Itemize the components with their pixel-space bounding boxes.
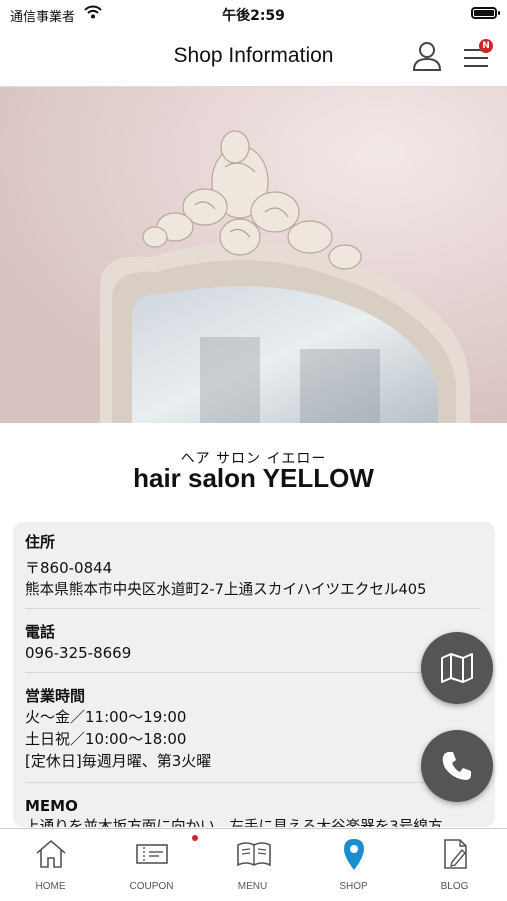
address-label: 住所: [25, 533, 56, 551]
closed-days: [定休日]毎週月曜、第3火曜: [25, 752, 212, 770]
location-pin-icon: [344, 839, 364, 870]
phone-number[interactable]: 096-325-8669: [25, 642, 481, 664]
hamburger-menu-button[interactable]: N: [460, 38, 494, 74]
tab-coupon[interactable]: COUPON: [101, 829, 202, 901]
hours-section: 営業時間 火〜金／11:00〜19:00 土日祝／10:00〜18:00 [定休…: [25, 686, 481, 772]
memo-label: MEMO: [25, 797, 78, 815]
tab-menu[interactable]: MENU: [202, 829, 303, 901]
hours-weekday: 火〜金／11:00〜19:00: [25, 708, 187, 726]
coupon-icon: [136, 844, 168, 864]
phone-section: 電話 096-325-8669: [25, 622, 481, 664]
address-text[interactable]: 熊本県熊本市中央区水道町2-7上通スカイハイツエクセル405: [25, 579, 481, 601]
call-button[interactable]: [421, 730, 493, 802]
shop-name: hair salon YELLOW: [133, 463, 374, 493]
memo-section: MEMO 上通りを並木坂方面に向かい、左手に見える大谷楽器を3号線方: [25, 796, 481, 827]
hours-label: 営業時間: [25, 687, 86, 705]
tab-label: SHOP: [339, 881, 368, 892]
clock: 午後2:59: [222, 8, 285, 24]
blog-icon: [444, 839, 467, 869]
tab-label: BLOG: [440, 881, 469, 892]
postal-code: 〒860-0844: [25, 559, 113, 577]
status-bar: 通信事業者 午後2:59: [0, 0, 507, 30]
home-icon: [36, 839, 66, 868]
divider: [25, 608, 481, 609]
account-button[interactable]: [410, 39, 444, 73]
new-coupon-dot: [192, 835, 198, 841]
notification-badge: N: [479, 39, 493, 53]
tab-label: COUPON: [129, 881, 174, 892]
tab-label: MENU: [237, 881, 268, 892]
shop-hero-image: [0, 87, 507, 423]
phone-icon: [442, 752, 471, 780]
tab-label: HOME: [35, 881, 66, 892]
map-icon: [441, 653, 473, 683]
phone-label: 電話: [25, 623, 56, 641]
divider: [25, 672, 481, 673]
battery-icon: [471, 7, 500, 19]
bottom-tab-bar: HOME COUPON MENU SHOP BLOG: [0, 828, 507, 901]
tab-shop[interactable]: SHOP: [303, 829, 404, 901]
memo-text: 上通りを並木坂方面に向かい、左手に見える大谷楽器を3号線方: [25, 818, 443, 827]
mirror-photo: [0, 87, 507, 423]
menu-book-icon: [237, 842, 271, 867]
tab-blog[interactable]: BLOG: [404, 829, 505, 901]
app-header: Shop Information N: [0, 30, 507, 87]
divider: [25, 782, 481, 783]
address-section: 住所 〒860-0844 熊本県熊本市中央区水道町2-7上通スカイハイツエクセル…: [25, 532, 481, 601]
tab-home[interactable]: HOME: [0, 829, 101, 901]
user-icon: [412, 42, 442, 71]
hours-weekend: 土日祝／10:00〜18:00: [25, 730, 187, 748]
map-button[interactable]: [421, 632, 493, 704]
